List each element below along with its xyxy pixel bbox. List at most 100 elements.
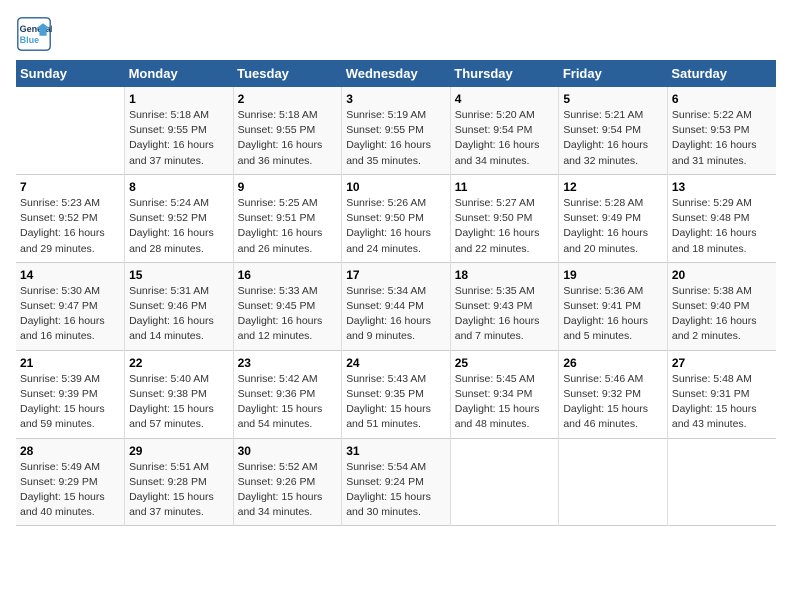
day-info: Sunrise: 5:39 AM Sunset: 9:39 PM Dayligh…: [20, 372, 120, 433]
dow-cell-wednesday: Wednesday: [342, 60, 451, 87]
day-info: Sunrise: 5:52 AM Sunset: 9:26 PM Dayligh…: [238, 460, 338, 521]
day-number: 19: [563, 268, 663, 282]
day-info: Sunrise: 5:36 AM Sunset: 9:41 PM Dayligh…: [563, 284, 663, 345]
day-number: 16: [238, 268, 338, 282]
calendar-cell: 22 Sunrise: 5:40 AM Sunset: 9:38 PM Dayli…: [125, 350, 234, 438]
day-number: 4: [455, 92, 555, 106]
svg-text:General: General: [20, 24, 52, 34]
calendar-body: 1 Sunrise: 5:18 AM Sunset: 9:55 PM Daylig…: [16, 87, 776, 526]
calendar-cell: 2 Sunrise: 5:18 AM Sunset: 9:55 PM Daylig…: [233, 87, 342, 174]
day-number: 12: [563, 180, 663, 194]
calendar-cell: 5Sunrise: 5:21 AM Sunset: 9:54 PM Daylig…: [559, 87, 668, 174]
calendar-cell: 25 Sunrise: 5:45 AM Sunset: 9:34 PM Dayli…: [450, 350, 559, 438]
day-number: 15: [129, 268, 229, 282]
day-number: 5: [563, 92, 663, 106]
dow-cell-thursday: Thursday: [450, 60, 559, 87]
day-info: Sunrise: 5:18 AM Sunset: 9:55 PM Dayligh…: [238, 108, 338, 169]
day-number: 20: [672, 268, 772, 282]
calendar-cell: [559, 438, 668, 526]
day-number: 18: [455, 268, 555, 282]
day-info: Sunrise: 5:42 AM Sunset: 9:36 PM Dayligh…: [238, 372, 338, 433]
calendar-cell: 15 Sunrise: 5:31 AM Sunset: 9:46 PM Dayli…: [125, 262, 234, 350]
calendar-cell: 19 Sunrise: 5:36 AM Sunset: 9:41 PM Dayli…: [559, 262, 668, 350]
day-info: Sunrise: 5:25 AM Sunset: 9:51 PM Dayligh…: [238, 196, 338, 257]
calendar-cell: 17Sunrise: 5:34 AM Sunset: 9:44 PM Dayli…: [342, 262, 451, 350]
day-number: 11: [455, 180, 555, 194]
day-info: Sunrise: 5:54 AM Sunset: 9:24 PM Dayligh…: [346, 460, 446, 521]
day-info: Sunrise: 5:51 AM Sunset: 9:28 PM Dayligh…: [129, 460, 229, 521]
day-info: Sunrise: 5:31 AM Sunset: 9:46 PM Dayligh…: [129, 284, 229, 345]
day-info: Sunrise: 5:48 AM Sunset: 9:31 PM Dayligh…: [672, 372, 772, 433]
day-info: Sunrise: 5:23 AM Sunset: 9:52 PM Dayligh…: [20, 196, 120, 257]
svg-text:Blue: Blue: [20, 35, 40, 45]
calendar-cell: 3 Sunrise: 5:19 AM Sunset: 9:55 PM Daylig…: [342, 87, 451, 174]
day-info: Sunrise: 5:28 AM Sunset: 9:49 PM Dayligh…: [563, 196, 663, 257]
day-number: 10: [346, 180, 446, 194]
day-info: Sunrise: 5:24 AM Sunset: 9:52 PM Dayligh…: [129, 196, 229, 257]
day-info: Sunrise: 5:18 AM Sunset: 9:55 PM Dayligh…: [129, 108, 229, 169]
calendar-table: SundayMondayTuesdayWednesdayThursdayFrid…: [16, 60, 776, 526]
calendar-cell: 24 Sunrise: 5:43 AM Sunset: 9:35 PM Dayli…: [342, 350, 451, 438]
day-info: Sunrise: 5:38 AM Sunset: 9:40 PM Dayligh…: [672, 284, 772, 345]
week-row-4: 28Sunrise: 5:49 AM Sunset: 9:29 PM Dayli…: [16, 438, 776, 526]
week-row-3: 21Sunrise: 5:39 AM Sunset: 9:39 PM Dayli…: [16, 350, 776, 438]
day-info: Sunrise: 5:27 AM Sunset: 9:50 PM Dayligh…: [455, 196, 555, 257]
calendar-cell: 23 Sunrise: 5:42 AM Sunset: 9:36 PM Dayli…: [233, 350, 342, 438]
day-number: 25: [455, 356, 555, 370]
day-number: 27: [672, 356, 772, 370]
day-info: Sunrise: 5:19 AM Sunset: 9:55 PM Dayligh…: [346, 108, 446, 169]
calendar-cell: 7Sunrise: 5:23 AM Sunset: 9:52 PM Daylig…: [16, 174, 125, 262]
calendar-cell: [667, 438, 776, 526]
day-number: 24: [346, 356, 446, 370]
day-number: 26: [563, 356, 663, 370]
day-info: Sunrise: 5:26 AM Sunset: 9:50 PM Dayligh…: [346, 196, 446, 257]
calendar-cell: 27 Sunrise: 5:48 AM Sunset: 9:31 PM Dayli…: [667, 350, 776, 438]
day-info: Sunrise: 5:40 AM Sunset: 9:38 PM Dayligh…: [129, 372, 229, 433]
day-number: 23: [238, 356, 338, 370]
calendar-cell: 13Sunrise: 5:29 AM Sunset: 9:48 PM Dayli…: [667, 174, 776, 262]
calendar-cell: [16, 87, 125, 174]
day-number: 8: [129, 180, 229, 194]
calendar-cell: [450, 438, 559, 526]
page-header: General Blue: [16, 16, 776, 52]
calendar-cell: 21Sunrise: 5:39 AM Sunset: 9:39 PM Dayli…: [16, 350, 125, 438]
week-row-2: 14 Sunrise: 5:30 AM Sunset: 9:47 PM Dayli…: [16, 262, 776, 350]
day-number: 1: [129, 92, 229, 106]
calendar-cell: 6Sunrise: 5:22 AM Sunset: 9:53 PM Daylig…: [667, 87, 776, 174]
week-row-0: 1 Sunrise: 5:18 AM Sunset: 9:55 PM Daylig…: [16, 87, 776, 174]
calendar-cell: 29 Sunrise: 5:51 AM Sunset: 9:28 PM Dayli…: [125, 438, 234, 526]
calendar-cell: 20 Sunrise: 5:38 AM Sunset: 9:40 PM Dayli…: [667, 262, 776, 350]
calendar-cell: 31 Sunrise: 5:54 AM Sunset: 9:24 PM Dayli…: [342, 438, 451, 526]
day-number: 14: [20, 268, 120, 282]
calendar-cell: 8 Sunrise: 5:24 AM Sunset: 9:52 PM Daylig…: [125, 174, 234, 262]
day-info: Sunrise: 5:35 AM Sunset: 9:43 PM Dayligh…: [455, 284, 555, 345]
dow-cell-monday: Monday: [125, 60, 234, 87]
calendar-cell: 28Sunrise: 5:49 AM Sunset: 9:29 PM Dayli…: [16, 438, 125, 526]
calendar-cell: 10 Sunrise: 5:26 AM Sunset: 9:50 PM Dayli…: [342, 174, 451, 262]
day-info: Sunrise: 5:20 AM Sunset: 9:54 PM Dayligh…: [455, 108, 555, 169]
week-row-1: 7Sunrise: 5:23 AM Sunset: 9:52 PM Daylig…: [16, 174, 776, 262]
day-number: 29: [129, 444, 229, 458]
day-number: 2: [238, 92, 338, 106]
dow-cell-sunday: Sunday: [16, 60, 125, 87]
dow-cell-friday: Friday: [559, 60, 668, 87]
dow-cell-tuesday: Tuesday: [233, 60, 342, 87]
calendar-cell: 14 Sunrise: 5:30 AM Sunset: 9:47 PM Dayli…: [16, 262, 125, 350]
calendar-cell: 9 Sunrise: 5:25 AM Sunset: 9:51 PM Daylig…: [233, 174, 342, 262]
day-number: 22: [129, 356, 229, 370]
day-info: Sunrise: 5:43 AM Sunset: 9:35 PM Dayligh…: [346, 372, 446, 433]
day-info: Sunrise: 5:33 AM Sunset: 9:45 PM Dayligh…: [238, 284, 338, 345]
day-number: 9: [238, 180, 338, 194]
day-info: Sunrise: 5:30 AM Sunset: 9:47 PM Dayligh…: [20, 284, 120, 345]
day-number: 28: [20, 444, 120, 458]
day-info: Sunrise: 5:45 AM Sunset: 9:34 PM Dayligh…: [455, 372, 555, 433]
day-number: 31: [346, 444, 446, 458]
calendar-cell: 1 Sunrise: 5:18 AM Sunset: 9:55 PM Daylig…: [125, 87, 234, 174]
calendar-cell: 4 Sunrise: 5:20 AM Sunset: 9:54 PM Daylig…: [450, 87, 559, 174]
calendar-cell: 30 Sunrise: 5:52 AM Sunset: 9:26 PM Dayli…: [233, 438, 342, 526]
day-info: Sunrise: 5:34 AM Sunset: 9:44 PM Dayligh…: [346, 284, 446, 345]
calendar-cell: 12 Sunrise: 5:28 AM Sunset: 9:49 PM Dayli…: [559, 174, 668, 262]
day-info: Sunrise: 5:22 AM Sunset: 9:53 PM Dayligh…: [672, 108, 772, 169]
day-number: 3: [346, 92, 446, 106]
day-number: 30: [238, 444, 338, 458]
